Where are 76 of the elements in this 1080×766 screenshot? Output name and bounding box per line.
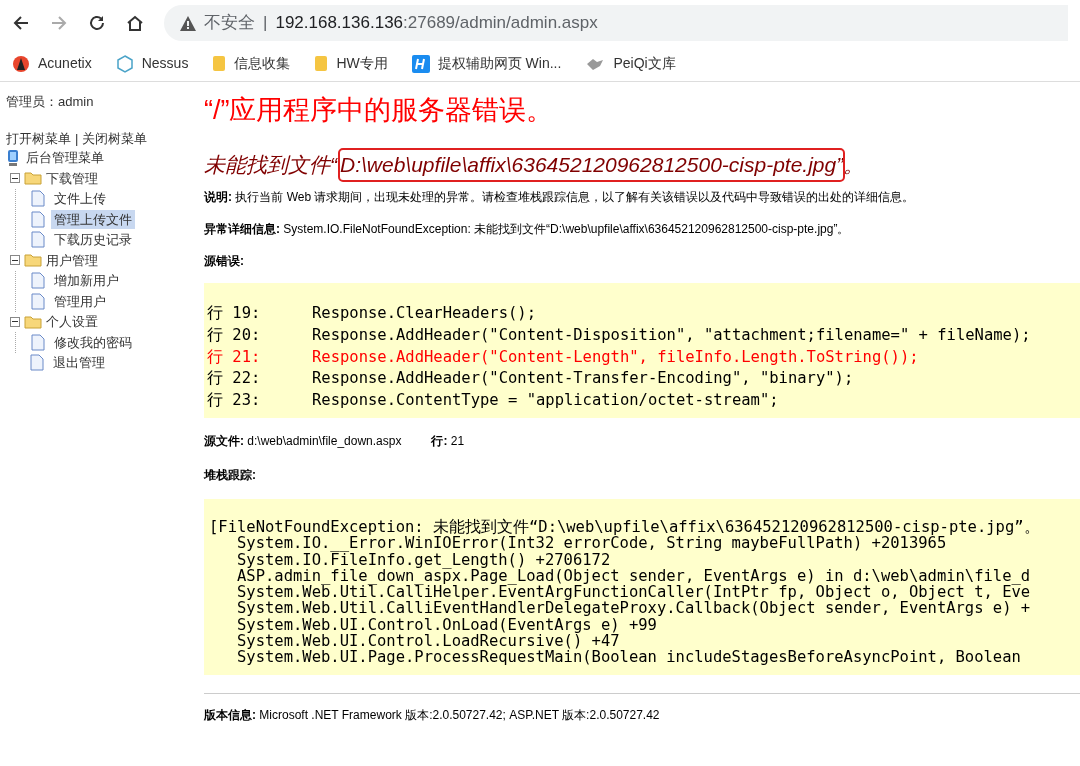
page-icon [31,231,45,249]
tree-root[interactable]: 后台管理菜单 [26,148,104,168]
code-line: Response.ContentType = "application/octet-stream"; [312,390,779,412]
error-heading: 未能找到文件“ [204,152,337,178]
expand-toggle[interactable] [10,316,20,327]
folder-icon [24,171,42,186]
expand-toggle[interactable] [10,173,20,184]
page-icon [31,333,45,351]
folder-icon [24,314,42,329]
tree-item[interactable]: 管理上传文件 [51,209,135,229]
bookmark[interactable]: HW专用 [314,53,388,74]
expand-toggle[interactable] [10,255,20,266]
back-icon[interactable] [12,14,30,32]
close-tree-link[interactable]: 关闭树菜单 [82,128,148,148]
tree-item[interactable]: 下载历史记录 [51,230,135,250]
security-label: 不安全 [204,12,255,35]
code-line: Response.AddHeader("Content-Length", fileInfo.Length.ToString()); [312,346,919,368]
tree-item[interactable]: 增加新用户 [51,271,122,291]
divider: | [75,129,79,148]
stack-line: System.Web.UI.Control.LoadRecursive() +47 [236,633,620,650]
tree-item[interactable]: 修改我的密码 [51,332,135,352]
bookmark[interactable]: Acunetix [12,53,92,74]
tree-item[interactable]: 管理用户 [51,291,109,311]
bookmark-folder-icon [314,55,329,72]
line-number-text: 行: 21 [431,433,465,450]
description-text: 说明: 执行当前 Web 请求期间，出现未处理的异常。请检查堆栈跟踪信息，以了解有关该错误以及代码中导致错误的出处的详细信息。 [204,189,916,206]
tree-node[interactable]: 个人设置 [46,312,98,332]
line-number: 行 20: [207,324,262,346]
line-number: 行 19: [207,303,262,324]
h-logo-icon [411,54,430,73]
line-number: 行 21: [207,346,262,368]
stack-line: System.Web.Util.CalliHelper.EventArgFunctionCaller(IntPtr fp, Object o, Object t, Eve [236,584,1032,601]
page-icon [31,292,45,310]
page-icon [31,210,45,228]
source-file-text: 源文件: d:\web\admin\file_down.aspx [204,433,402,450]
address-bar[interactable]: 不安全 | 192.168.136.136:27689/admin/admin.aspx [164,5,1068,41]
source-error-label: 源错误: [204,253,245,270]
bookmark[interactable]: 提权辅助网页 Win... [411,53,562,74]
bookmark[interactable]: PeiQi文库 [585,53,676,74]
page-icon [31,272,45,290]
stack-line: System.Web.UI.Page.ProcessRequestMain(Boolean includeStagesBeforeAsyncPoint, Boolean [236,649,1022,666]
highlighted-path: D:\web\upfile\affix\636452120962812500-cisp-pte.jpg” [340,150,844,180]
bookmark[interactable]: Nessus [115,53,189,74]
stack-line: System.Web.UI.Control.OnLoad(EventArgs e) +99 [236,616,657,634]
stack-line: [FileNotFoundException: 未能找到文件“D:\web\upfile\affix\636452120962812500-cisp-pte.jpg”。 [209,519,1041,536]
bookmark[interactable]: 信息收集 [212,53,291,74]
error-title: “/”应用程序中的服务器错误。 [204,94,555,127]
warning-icon [180,15,196,31]
bookmark-folder-icon [212,55,227,72]
hexagon-icon [115,54,134,73]
version-info: 版本信息: Microsoft .NET Framework 版本:2.0.50727.42; ASP.NET 版本:2.0.50727.42 [204,706,661,724]
code-line: Response.ClearHeaders(); [312,303,536,324]
reload-icon[interactable] [88,14,106,32]
stack-line: System.Web.Util.CalliEventHandlerDelegateProxy.Callback(Object sender, EventArgs e) + [236,600,1032,617]
home-icon[interactable] [126,14,144,32]
open-tree-link[interactable]: 打开树菜单 [6,128,71,148]
admin-label: 管理员：admin [6,93,95,111]
stack-trace-label: 堆栈跟踪: [204,467,257,484]
separator: | [263,12,268,35]
exception-text: 异常详细信息: System.IO.FileNotFoundException: 未能找到文件“D:\web\upfile\affix\636452120962812500-cisp-pte.jpg”。 [204,221,851,238]
tree-node[interactable]: 下载管理 [46,168,98,188]
stack-line: System.IO.FileInfo.get_Length() +2706172 [236,551,611,568]
stack-line: System.IO.__Error.WinIOError(Int32 errorCode, String maybeFullPath) +2013965 [237,535,947,552]
page-icon [31,190,45,208]
line-number: 行 23: [207,390,262,412]
code-line: Response.AddHeader("Content-Transfer-Encoding", "binary"); [312,368,854,390]
folder-icon [24,253,42,268]
line-number: 行 22: [207,368,262,390]
tree-item[interactable]: 退出管理 [50,353,108,373]
url-text: 192.168.136.136:27689/admin/admin.aspx [275,12,598,35]
tree-node[interactable]: 用户管理 [46,250,98,270]
tree-item[interactable]: 文件上传 [51,189,109,209]
app-icon [12,54,30,73]
heading-suffix: 。 [843,152,865,178]
code-line: Response.AddHeader("Content-Disposition", "attachment;filename=" + fileName); [312,324,1031,346]
page-icon [30,354,44,372]
